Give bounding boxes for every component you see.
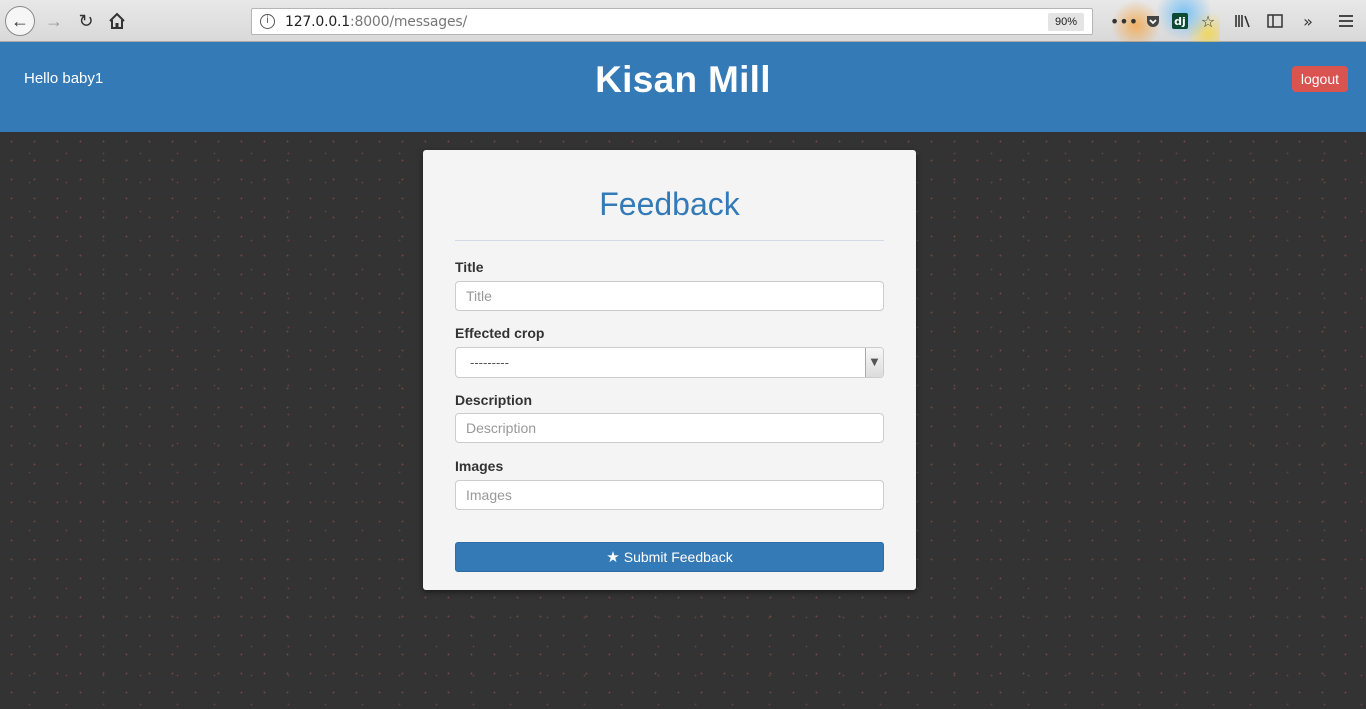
arrow-left-icon: ← (11, 10, 29, 31)
images-label: Images (455, 458, 504, 474)
description-input[interactable] (455, 413, 884, 443)
title-input[interactable] (455, 281, 884, 311)
bookmark-star-icon[interactable]: ☆ (1198, 11, 1218, 31)
back-button[interactable]: ← (5, 6, 35, 36)
chevron-down-icon[interactable]: ▼ (865, 348, 883, 377)
description-label: Description (455, 392, 533, 408)
arrow-right-icon: → (45, 10, 63, 31)
pocket-icon[interactable] (1143, 11, 1163, 31)
home-button[interactable] (104, 8, 130, 34)
address-bar[interactable]: i 127.0.0.1:8000/messages/ 90% (251, 8, 1093, 35)
app-header: Hello baby1 Kisan Mill logout (0, 42, 1366, 132)
images-input[interactable] (455, 480, 884, 510)
sidebar-icon[interactable] (1265, 11, 1285, 31)
info-icon[interactable]: i (260, 14, 275, 29)
crop-selected-value: --------- (470, 355, 509, 370)
crop-select[interactable]: --------- ▼ (455, 347, 884, 378)
zoom-badge[interactable]: 90% (1047, 13, 1084, 31)
library-icon[interactable] (1233, 11, 1253, 31)
browser-toolbar: ← → ↻ i 127.0.0.1:8000/messages/ 90% •••… (0, 0, 1366, 42)
title-label: Title (455, 259, 484, 275)
hamburger-menu-icon[interactable] (1336, 11, 1356, 31)
site-title: Kisan Mill (595, 59, 771, 100)
url-text: 127.0.0.1:8000/messages/ (285, 14, 467, 30)
url-host: 127.0.0.1 (285, 14, 350, 30)
page-actions-icon[interactable]: ••• (1110, 11, 1138, 31)
submit-label: Submit Feedback (623, 549, 733, 565)
submit-feedback-button[interactable]: ★ Submit Feedback (455, 542, 884, 572)
forward-button[interactable]: → (41, 8, 67, 34)
reload-button[interactable]: ↻ (73, 8, 99, 34)
divider (455, 240, 884, 241)
django-extension-icon[interactable]: dj (1172, 13, 1188, 29)
card-title: Feedback (599, 186, 740, 222)
feedback-card: Feedback Title Effected crop --------- ▼… (423, 150, 916, 590)
star-icon: ★ (606, 548, 620, 566)
logout-button[interactable]: logout (1291, 66, 1348, 92)
home-icon (109, 12, 125, 29)
url-path: :8000/messages/ (350, 14, 467, 30)
reload-icon: ↻ (78, 10, 94, 31)
overflow-chevron-icon[interactable]: » (1298, 11, 1318, 31)
crop-label: Effected crop (455, 325, 545, 341)
